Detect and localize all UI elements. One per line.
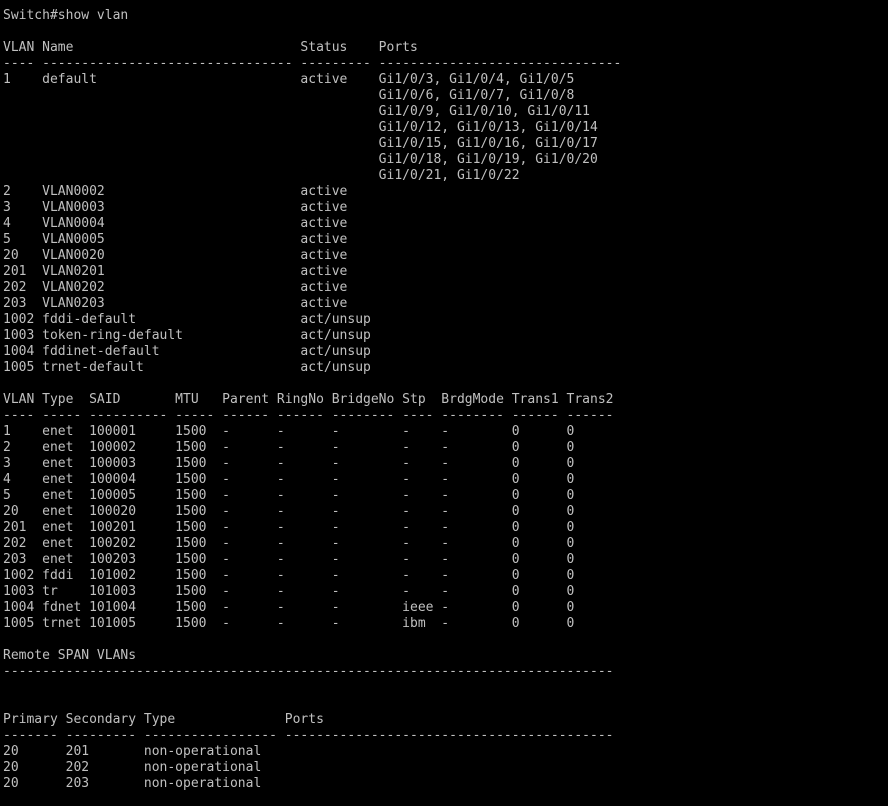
vlan-type-row: 20 enet 100020 1500 - - - - - 0 0 [3,504,575,519]
remote-span-separator: ----------------------------------------… [3,664,614,679]
vlan-ports-continuation: Gi1/0/12, Gi1/0/13, Gi1/0/14 [3,120,598,135]
pvlan-table-header: Primary Secondary Type Ports [3,712,324,727]
vlan-row: 2 VLAN0002 active [3,184,348,199]
vlan-row: 5 VLAN0005 active [3,232,348,247]
vlan-row: 3 VLAN0003 active [3,200,348,215]
vlan-type-row: 202 enet 100202 1500 - - - - - 0 0 [3,536,575,551]
pvlan-row: 20 202 non-operational [3,760,262,775]
vlan-type-row: 4 enet 100004 1500 - - - - - 0 0 [3,472,575,487]
prompt-line: Switch#show vlan [3,8,129,23]
vlan-table-header: VLAN Name Status Ports [3,40,418,55]
vlan-type-row: 1002 fddi 101002 1500 - - - - - 0 0 [3,568,575,583]
vlan-type-row: 1004 fdnet 101004 1500 - - - ieee - 0 0 [3,600,575,615]
pvlan-table-separator: ------- --------- ----------------- ----… [3,728,614,743]
vlan-ports-continuation: Gi1/0/9, Gi1/0/10, Gi1/0/11 [3,104,590,119]
vlan-row: 1005 trnet-default act/unsup [3,360,371,375]
vlan-row: 203 VLAN0203 active [3,296,348,311]
vlan-type-row: 3 enet 100003 1500 - - - - - 0 0 [3,456,575,471]
vlan-type-table-header: VLAN Type SAID MTU Parent RingNo BridgeN… [3,392,614,407]
vlan-row: 201 VLAN0201 active [3,264,348,279]
terminal-output: Switch#show vlan VLAN Name Status Ports --… [3,8,888,792]
vlan-type-row: 201 enet 100201 1500 - - - - - 0 0 [3,520,575,535]
vlan-type-row: 203 enet 100203 1500 - - - - - 0 0 [3,552,575,567]
vlan-ports-continuation: Gi1/0/15, Gi1/0/16, Gi1/0/17 [3,136,598,151]
terminal-window[interactable]: Switch#show vlan VLAN Name Status Ports --… [0,0,888,806]
vlan-ports-continuation: Gi1/0/21, Gi1/0/22 [3,168,520,183]
vlan-type-row: 5 enet 100005 1500 - - - - - 0 0 [3,488,575,503]
pvlan-row: 20 203 non-operational [3,776,262,791]
vlan-row: 202 VLAN0202 active [3,280,348,295]
vlan-type-row: 1005 trnet 101005 1500 - - - ibm - 0 0 [3,616,575,631]
vlan-type-row: 1003 tr 101003 1500 - - - - - 0 0 [3,584,575,599]
vlan-row: 1004 fddinet-default act/unsup [3,344,371,359]
vlan-row: 1003 token-ring-default act/unsup [3,328,371,343]
vlan-row: 20 VLAN0020 active [3,248,348,263]
vlan-row: 4 VLAN0004 active [3,216,348,231]
pvlan-row: 20 201 non-operational [3,744,262,759]
vlan-type-table-separator: ---- ----- ---------- ----- ------ -----… [3,408,614,423]
remote-span-heading: Remote SPAN VLANs [3,648,137,663]
vlan-type-row: 1 enet 100001 1500 - - - - - 0 0 [3,424,575,439]
vlan-row: 1002 fddi-default act/unsup [3,312,371,327]
vlan-ports-continuation: Gi1/0/18, Gi1/0/19, Gi1/0/20 [3,152,598,167]
vlan-row: 1 default active Gi1/0/3, Gi1/0/4, Gi1/0… [3,72,575,87]
vlan-table-separator: ---- -------------------------------- --… [3,56,622,71]
vlan-ports-continuation: Gi1/0/6, Gi1/0/7, Gi1/0/8 [3,88,575,103]
vlan-type-row: 2 enet 100002 1500 - - - - - 0 0 [3,440,575,455]
